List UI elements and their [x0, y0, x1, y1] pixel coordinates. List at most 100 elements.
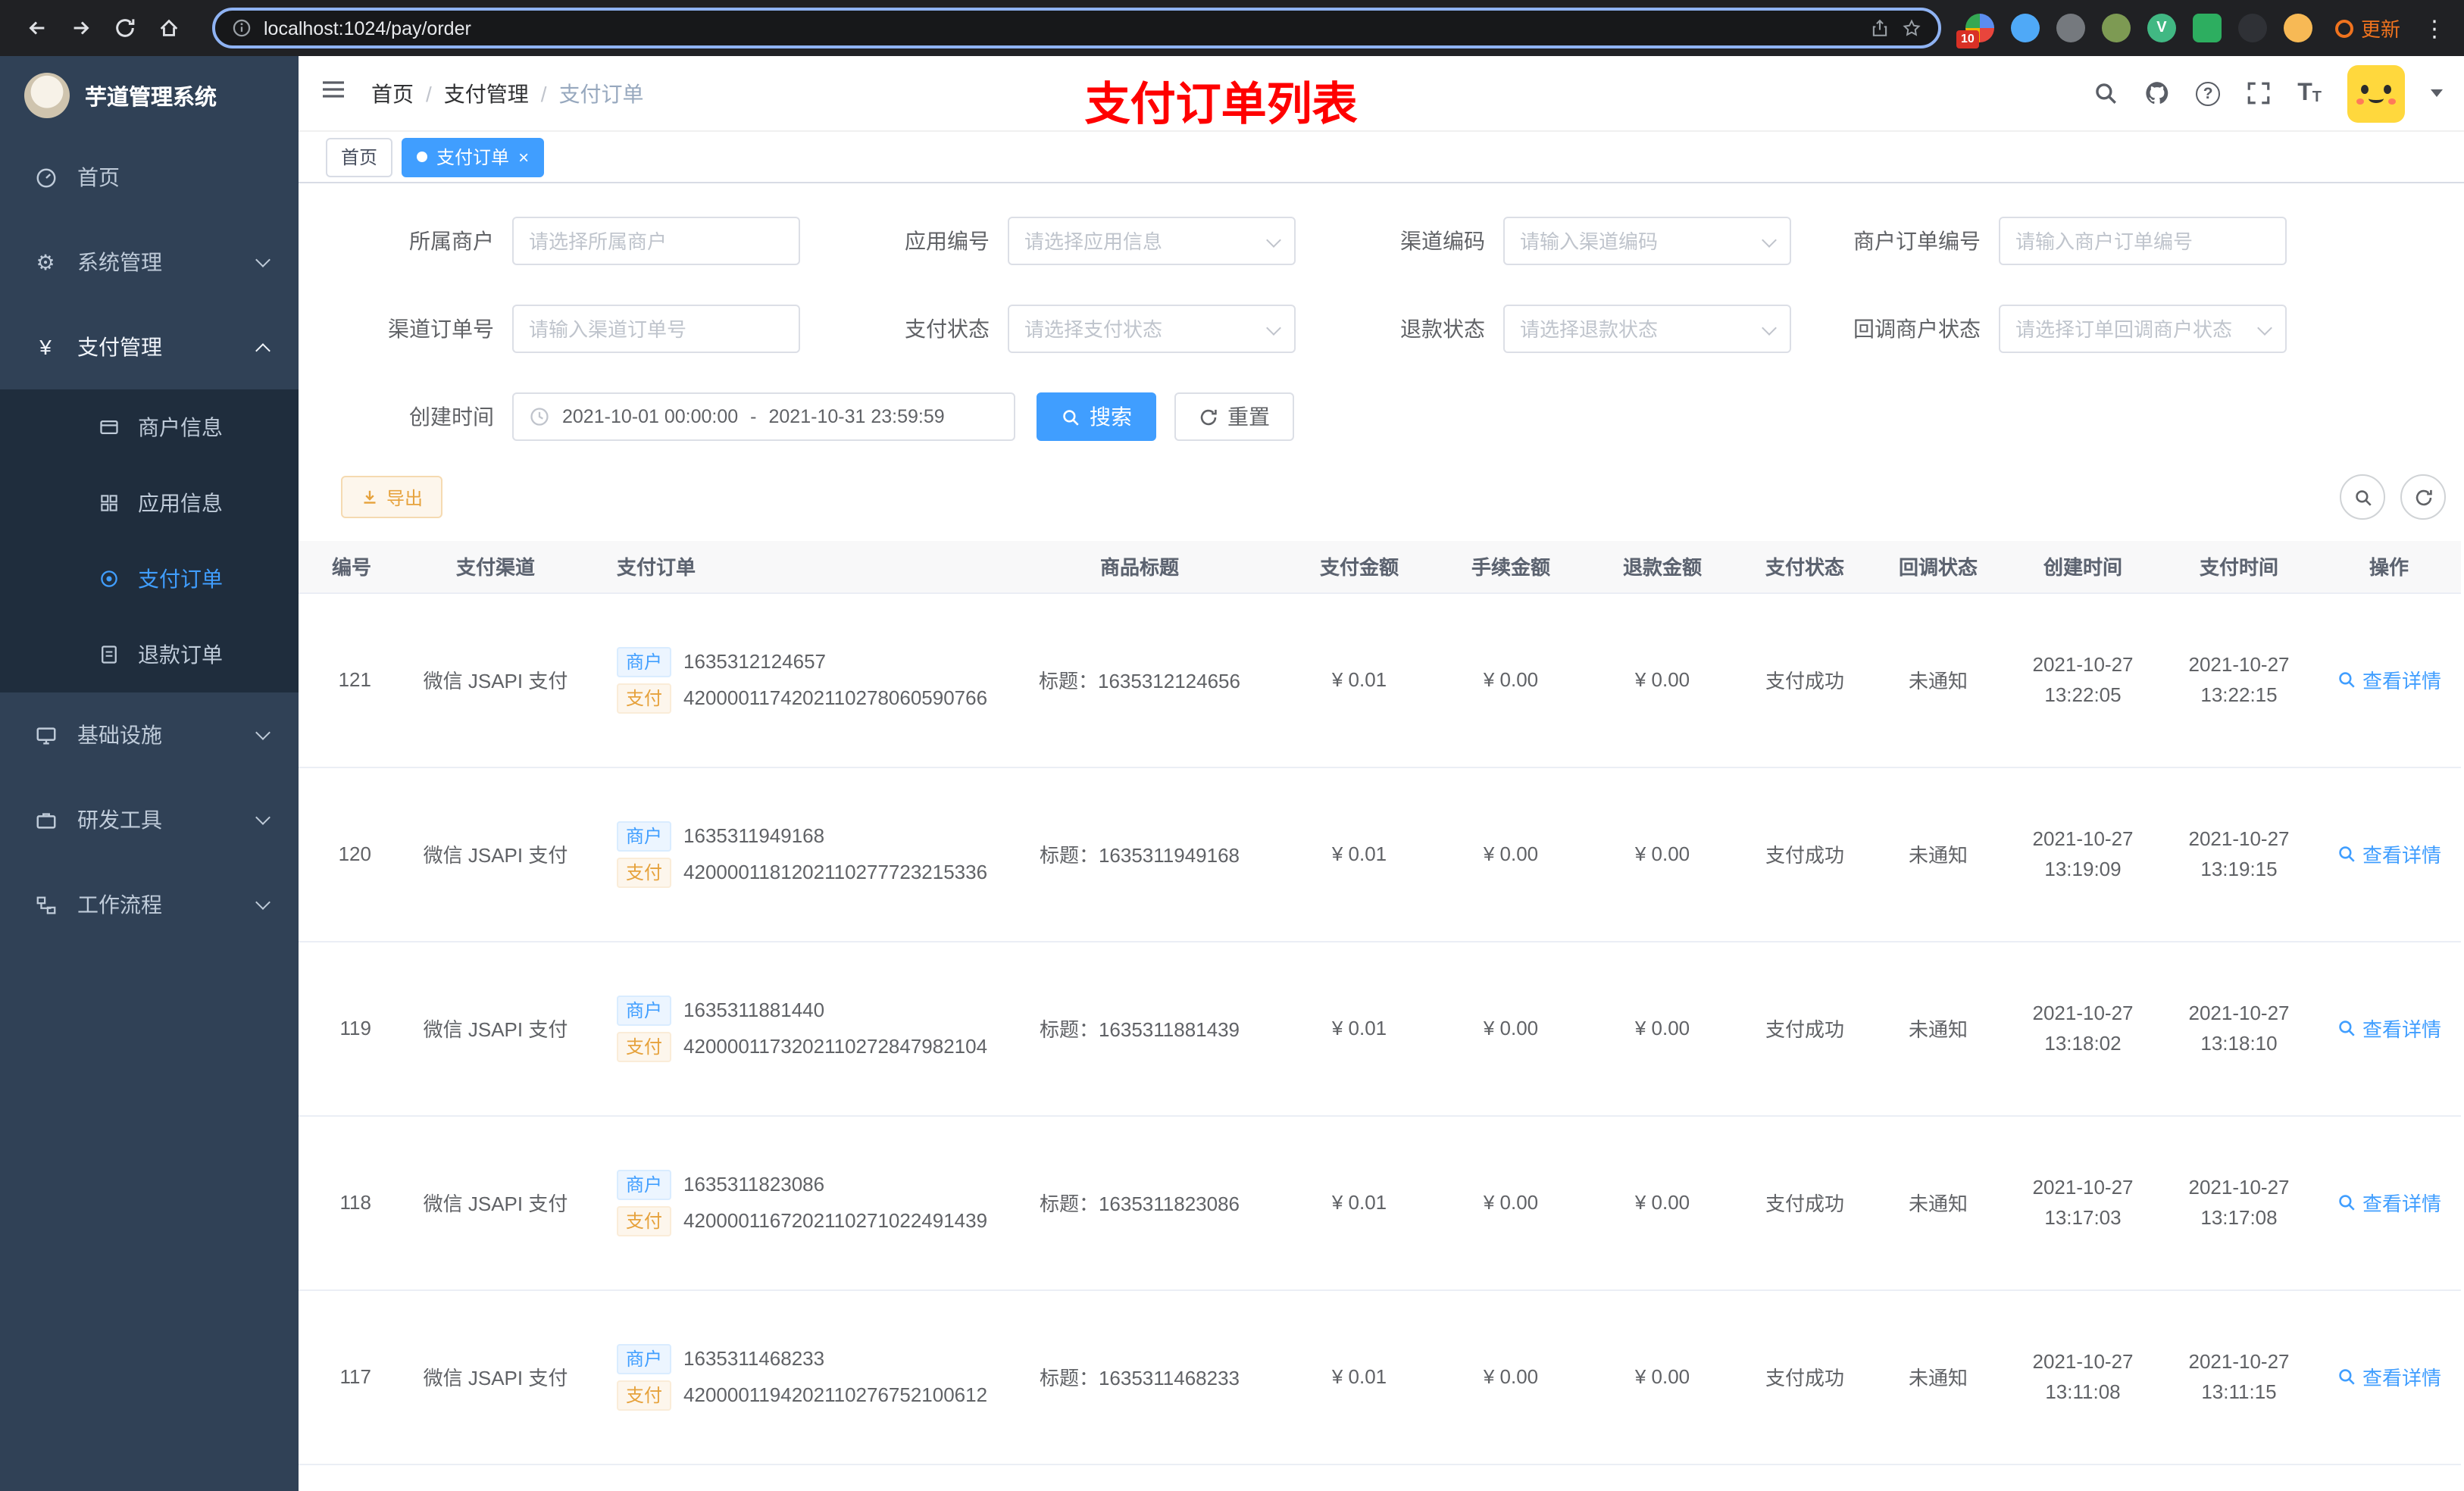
help-icon[interactable]: ?	[2196, 81, 2221, 105]
sidebar-item-dev-tools[interactable]: 研发工具	[0, 777, 299, 862]
search-icon	[2339, 1195, 2355, 1211]
sidebar-item-refund-order[interactable]: 退款订单	[0, 617, 299, 692]
sidebar-item-workflow[interactable]: 工作流程	[0, 862, 299, 947]
download-icon	[364, 490, 376, 504]
table-row: 121 微信 JSAPI 支付 商户 1635312124657 支付 4200…	[299, 592, 2461, 767]
search-icon	[1063, 409, 1079, 425]
close-icon[interactable]: ×	[518, 148, 529, 166]
caret-down-icon[interactable]	[2431, 89, 2443, 97]
sidebar-item-app-info[interactable]: 应用信息	[0, 465, 299, 541]
orders-table: 编号 支付渠道 支付订单 商品标题 支付金额 手续金额 退款金额 支付状态 回调…	[299, 541, 2464, 1491]
sidebar-item-pay-order[interactable]: 支付订单	[0, 541, 299, 617]
filter-label: 回调商户状态	[1853, 317, 1981, 341]
cell-create-time: 2021-10-27 13:11:08	[2005, 1289, 2161, 1464]
cell-title: 标题：	[996, 1464, 1284, 1491]
refresh-button[interactable]	[2400, 474, 2446, 520]
font-size-icon[interactable]: TT	[2297, 80, 2322, 105]
share-icon[interactable]	[1870, 18, 1890, 38]
browser-extension-icon[interactable]	[2056, 14, 2085, 42]
filter-input-box[interactable]	[1520, 317, 1775, 340]
filter-input-box[interactable]	[2015, 230, 2270, 252]
filter-input[interactable]	[512, 305, 800, 353]
cell-channel: 微信 JSAPI 支付	[389, 941, 602, 1116]
merchant-order-no: 1635311949168	[683, 824, 825, 847]
sidebar-item-system[interactable]: ⚙ 系统管理	[0, 220, 299, 305]
search-button[interactable]: 搜索	[1037, 392, 1156, 441]
browser-extension-icon[interactable]	[2192, 14, 2222, 42]
tab-pay-order[interactable]: 支付订单 ×	[402, 137, 545, 177]
filter-input[interactable]	[1008, 217, 1296, 265]
filter-input[interactable]	[1503, 305, 1791, 353]
cell-status: 支付成功	[1738, 1115, 1871, 1290]
filter-input-box[interactable]	[2015, 317, 2270, 340]
grid-icon	[97, 492, 120, 514]
cell-amount	[1284, 1464, 1435, 1491]
cell-id: 116	[299, 1464, 389, 1491]
bank-card-icon	[97, 416, 120, 439]
filter-field: 渠道订单号	[323, 305, 800, 353]
view-detail-link[interactable]: 查看详情	[2337, 1188, 2441, 1217]
reset-button[interactable]: 重置	[1174, 392, 1294, 441]
tab-home[interactable]: 首页	[326, 137, 393, 177]
cell-title: 标题：1635311949168	[996, 767, 1284, 942]
toggle-search-button[interactable]	[2340, 474, 2385, 520]
filter-input[interactable]	[512, 217, 800, 265]
filter-input-box[interactable]	[529, 230, 783, 252]
sidebar: 芋道管理系统 首页 ⚙ 系统管理 ¥ 支付管理 商户信息 应用信息 支付订单 退…	[0, 56, 299, 1491]
cell-id: 117	[299, 1289, 389, 1464]
filter-input-box[interactable]	[1024, 317, 1279, 340]
back-icon[interactable]	[18, 9, 56, 47]
browser-extension-icon[interactable]: V	[2147, 14, 2176, 42]
url-text: localhost:1024/pay/order	[264, 17, 471, 39]
breadcrumb-pay-manage[interactable]: 支付管理	[444, 78, 529, 108]
home-icon[interactable]	[150, 9, 188, 47]
breadcrumb-pay-order: 支付订单	[558, 81, 644, 105]
sidebar-item-infrastructure[interactable]: 基础设施	[0, 692, 299, 777]
browser-menu-icon[interactable]: ⋮	[2423, 14, 2446, 42]
browser-update-button[interactable]: 更新	[2334, 14, 2400, 42]
github-icon[interactable]	[2144, 80, 2170, 106]
page-content: 所属商户 应用编号	[299, 183, 2464, 1491]
merchant-tag: 商户	[617, 646, 672, 677]
view-detail-link[interactable]: 查看详情	[2337, 665, 2441, 694]
filter-label: 商户订单编号	[1853, 229, 1981, 253]
sidebar-item-payment[interactable]: ¥ 支付管理	[0, 305, 299, 389]
sidebar-item-merchant-info[interactable]: 商户信息	[0, 389, 299, 465]
sidebar-item-home[interactable]: 首页	[0, 135, 299, 220]
browser-extension-icon[interactable]	[2101, 14, 2131, 42]
user-avatar[interactable]	[2347, 64, 2405, 122]
browser-extension-icon[interactable]: 10	[1956, 14, 1994, 48]
search-icon[interactable]	[2093, 80, 2118, 106]
filter-input-box[interactable]	[1520, 230, 1775, 252]
filter-input-box[interactable]	[1024, 230, 1279, 252]
url-bar[interactable]: localhost:1024/pay/order	[212, 8, 1941, 48]
filter-field: 应用编号	[818, 217, 1296, 265]
filter-input[interactable]	[1503, 217, 1791, 265]
view-detail-link[interactable]: 查看详情	[2337, 839, 2441, 868]
app-logo[interactable]: 芋道管理系统	[0, 56, 299, 135]
table-row: 117 微信 JSAPI 支付 商户 1635311468233 支付 4200…	[299, 1289, 2461, 1464]
filter-input[interactable]	[1999, 217, 2287, 265]
browser-chrome: localhost:1024/pay/order 10 V 更新 ⋮	[0, 0, 2464, 56]
cell-order: 商户 1635311823086 支付 42000011672021102710…	[602, 1115, 996, 1290]
date-range-picker[interactable]: 2021-10-01 00:00:00 - 2021-10-31 23:59:5…	[512, 392, 1015, 441]
cell-amount: ¥ 0.01	[1284, 767, 1435, 942]
bookmark-star-icon[interactable]	[1902, 18, 1921, 38]
filter-input-box[interactable]	[529, 317, 783, 340]
toolbox-icon	[33, 808, 58, 832]
view-detail-link[interactable]: 查看详情	[2337, 1362, 2441, 1391]
forward-icon[interactable]	[62, 9, 100, 47]
hamburger-icon[interactable]	[320, 76, 347, 111]
browser-extension-icon[interactable]	[2010, 14, 2040, 42]
fullscreen-icon[interactable]	[2246, 80, 2272, 106]
cell-notify: 未通知	[1871, 1115, 2005, 1290]
browser-extension-icon[interactable]	[2283, 14, 2312, 42]
cell-channel: 微信 JSAPI 支付	[389, 1115, 602, 1290]
filter-input[interactable]	[1008, 305, 1296, 353]
filter-input[interactable]	[1999, 305, 2287, 353]
browser-extension-icon[interactable]	[2237, 14, 2267, 42]
export-button[interactable]: 导出	[341, 476, 443, 518]
breadcrumb-home[interactable]: 首页	[371, 78, 414, 108]
view-detail-link[interactable]: 查看详情	[2337, 1014, 2441, 1042]
reload-icon[interactable]	[106, 9, 144, 47]
